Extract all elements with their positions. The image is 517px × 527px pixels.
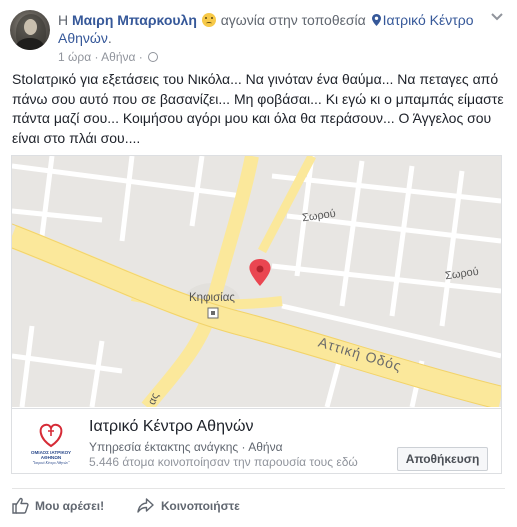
post-text: StoΙατρικό για εξετάσεις του Νικόλα... Ν… [12,71,504,146]
place-card-subtitle: Υπηρεσία έκτακτης ανάγκης · Αθήνα [89,440,283,455]
like-button[interactable]: Μου αρέσει! [12,496,122,516]
feeling-text: αγωνία στην τοποθεσία [220,12,366,28]
category-separator: · [241,440,246,454]
place-share-count: 5.446 άτομα κοινοποίησαν την παρουσία το… [89,455,358,469]
author-name-link[interactable]: Μαιρη Μπαρκουλη [72,12,197,28]
post-time-link[interactable]: 1 ώρα [58,50,91,64]
meta-separator: · [94,50,99,64]
thumbs-up-icon [12,497,29,514]
place-card[interactable]: Σωρού Σωρού Κηφισίας Αττική Οδός ας ΟΜΙΛ… [11,155,502,474]
place-link-line2[interactable]: Αθηνών [58,30,108,46]
place-city: Αθήνα [248,440,283,454]
share-button[interactable]: Κοινοποιήστε [137,496,257,516]
avatar-body [16,38,44,50]
author-avatar[interactable] [10,10,50,50]
post-options-chevron-icon[interactable] [491,12,503,22]
post-header: Η Μαιρη Μπαρκουλη αγωνία στην τοποθεσία … [58,12,474,46]
place-card-info: ΟΜΙΛΟΣ ΙΑΤΡΙΚΟΥ ΑΘΗΝΩΝ "Ιατρικό Κέντρο Α… [12,408,501,473]
place-link-line1[interactable]: Ιατρικό Κέντρο [383,12,474,28]
worried-emoji-icon [201,13,216,27]
clinic-logo: ΟΜΙΛΟΣ ΙΑΤΡΙΚΟΥ ΑΘΗΝΩΝ "Ιατρικό Κέντρο Α… [31,423,71,465]
header-prefix: Η [58,12,72,28]
location-map[interactable]: Σωρού Σωρού Κηφισίας Αττική Οδός ας [12,156,501,407]
post-meta: 1 ώρα · Αθήνα · [58,49,159,65]
facebook-post: Η Μαιρη Μπαρκουλη αγωνία στην τοποθεσία … [0,0,517,527]
share-label: Κοινοποιήστε [161,499,240,513]
share-arrow-icon [137,498,154,513]
like-label: Μου αρέσει! [35,499,105,513]
map-label-kifisias: Κηφισίας [189,292,235,304]
save-place-button[interactable]: Αποθήκευση [397,447,488,471]
avatar-face [24,19,37,35]
svg-text:ΑΘΗΝΩΝ: ΑΘΗΝΩΝ [41,455,62,460]
location-pin-icon [371,14,381,26]
public-globe-icon [148,52,159,62]
place-category: Υπηρεσία έκτακτης ανάγκης [89,440,239,454]
meta-separator-2: · [138,50,143,64]
svg-text:"Ιατρικό Κέντρο Αθηνών": "Ιατρικό Κέντρο Αθηνών" [32,461,70,465]
actions-divider [12,488,505,489]
post-location-link[interactable]: Αθήνα [101,50,135,64]
place-card-title[interactable]: Ιατρικό Κέντρο Αθηνών [89,417,253,437]
map-graphic [12,156,501,407]
